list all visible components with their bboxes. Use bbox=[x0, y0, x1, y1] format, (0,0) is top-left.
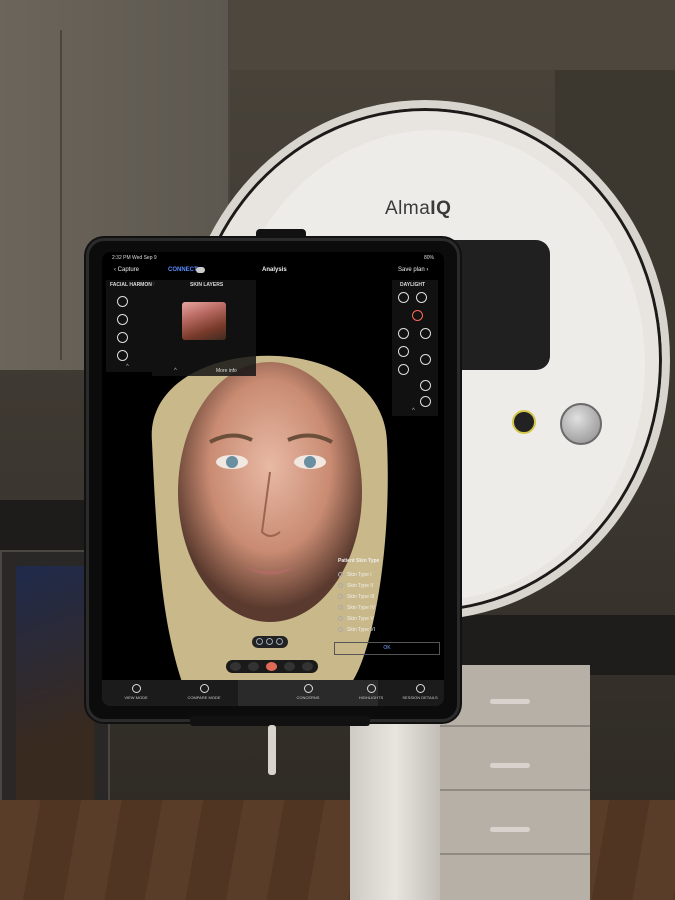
battery-indicator: 80% bbox=[423, 255, 434, 261]
radio-icon bbox=[338, 572, 343, 577]
skin-type-option[interactable]: Skin Type III bbox=[338, 594, 374, 600]
grid-lines-icon[interactable] bbox=[117, 350, 128, 361]
page-title: Analysis bbox=[262, 267, 287, 273]
daylight-panel: DAYLIGHT ^ bbox=[392, 280, 438, 416]
device-stand bbox=[350, 700, 440, 900]
tab-label: HIGHLIGHTS bbox=[358, 695, 384, 700]
facial-harmony-title: FACIAL HARMONY bbox=[110, 282, 156, 288]
red-mode-icon[interactable] bbox=[398, 328, 409, 339]
connect-button[interactable]: CONNECT bbox=[168, 267, 198, 273]
tablet-screen: 2:32 PM Wed Sep 9 80% ‹ Capture CONNECT … bbox=[102, 252, 444, 706]
charging-cable bbox=[268, 725, 276, 775]
tab-label: SESSION DETAILS bbox=[402, 695, 438, 700]
highlight-icon bbox=[366, 684, 376, 693]
radio-icon bbox=[338, 583, 343, 588]
skin-type-option[interactable]: Skin Type V bbox=[338, 616, 374, 622]
angle-right-half-icon[interactable] bbox=[284, 662, 295, 671]
skin-layers-cube-icon[interactable] bbox=[182, 302, 226, 340]
selected-light-icon[interactable] bbox=[412, 310, 423, 321]
horizontal-thirds-icon[interactable] bbox=[117, 332, 128, 343]
texture-mode-icon[interactable] bbox=[420, 354, 431, 365]
save-plan-button[interactable]: Save plan › bbox=[398, 267, 428, 273]
radio-icon bbox=[338, 605, 343, 610]
tab-label: COMPARE MODE bbox=[187, 695, 221, 700]
skin-type-option[interactable]: Skin Type VI bbox=[338, 627, 375, 633]
pores-mode-icon[interactable] bbox=[398, 364, 409, 375]
skin-type-label: Skin Type IV bbox=[347, 605, 375, 611]
status-bar: 2:32 PM Wed Sep 9 80% bbox=[102, 252, 444, 264]
chevron-up-icon[interactable]: ^ bbox=[126, 364, 129, 370]
radio-icon bbox=[338, 594, 343, 599]
view-toggle-icon[interactable] bbox=[276, 638, 283, 645]
angle-front-icon[interactable] bbox=[266, 662, 277, 671]
tab-label: CONCERNS bbox=[296, 695, 320, 700]
nav-bar: ‹ Capture CONNECT Analysis Save plan › bbox=[102, 264, 444, 280]
skin-layers-panel: SKIN LAYERS ^ More info bbox=[152, 280, 256, 376]
tab-compare-mode[interactable]: COMPARE MODE bbox=[170, 680, 238, 706]
facial-harmony-panel: FACIAL HARMONY ^ bbox=[106, 280, 156, 372]
cloud-icon bbox=[196, 267, 205, 273]
skin-layers-title: SKIN LAYERS bbox=[190, 282, 224, 288]
tab-view-mode[interactable]: VIEW MODE bbox=[102, 680, 170, 706]
bottom-tab-bar: VIEW MODE COMPARE MODE CONCERNS HIGHLIGH… bbox=[102, 680, 444, 706]
back-button[interactable]: ‹ Capture bbox=[114, 267, 139, 273]
person-icon bbox=[303, 684, 313, 693]
patient-skin-type-panel: Patient Skin Type Skin Type I Skin Type … bbox=[334, 554, 444, 655]
daylight-title: DAYLIGHT bbox=[400, 282, 426, 288]
daylight-mode-icon[interactable] bbox=[398, 292, 409, 303]
brown-mode-icon[interactable] bbox=[420, 328, 431, 339]
tab-session-details[interactable]: SESSION DETAILS bbox=[396, 680, 444, 706]
uv-mode-icon[interactable] bbox=[416, 292, 427, 303]
radio-icon bbox=[338, 616, 343, 621]
tablet-mount-bottom bbox=[190, 716, 370, 726]
face-outline-icon[interactable] bbox=[117, 296, 128, 307]
chevron-up-icon[interactable]: ^ bbox=[174, 368, 177, 374]
drawer bbox=[440, 665, 590, 727]
status-time: 2:32 PM Wed Sep 9 bbox=[112, 255, 157, 261]
drawer-cabinet bbox=[440, 665, 590, 900]
vascular-mode-icon[interactable] bbox=[398, 346, 409, 357]
more-info-link[interactable]: More info bbox=[216, 368, 237, 374]
angle-right-icon[interactable] bbox=[302, 662, 313, 671]
radio-icon bbox=[338, 627, 343, 632]
power-button[interactable] bbox=[512, 410, 536, 434]
ok-button[interactable]: OK bbox=[334, 642, 440, 655]
angle-left-icon[interactable] bbox=[230, 662, 241, 671]
skin-type-label: Skin Type V bbox=[347, 616, 374, 622]
wrinkles-mode-icon[interactable] bbox=[420, 380, 431, 391]
skin-type-option[interactable]: Skin Type IV bbox=[338, 605, 375, 611]
skin-type-label: Skin Type III bbox=[347, 594, 375, 600]
view-toggle-pill[interactable] bbox=[252, 636, 288, 648]
back-label: Capture bbox=[117, 267, 140, 273]
skin-type-title: Patient Skin Type bbox=[338, 558, 380, 564]
eye-icon bbox=[131, 684, 141, 693]
skin-type-label: Skin Type VI bbox=[347, 627, 375, 633]
skin-type-option[interactable]: Skin Type II bbox=[338, 583, 373, 589]
drawer bbox=[440, 729, 590, 791]
document-icon bbox=[415, 684, 425, 693]
drawer bbox=[440, 793, 590, 855]
brand-logo: AlmaIQ bbox=[385, 198, 452, 219]
control-knob[interactable] bbox=[560, 403, 602, 445]
chevron-up-icon[interactable]: ^ bbox=[412, 408, 415, 414]
skin-type-label: Skin Type I bbox=[347, 572, 372, 578]
view-angle-selector bbox=[226, 660, 318, 673]
view-toggle-icon[interactable] bbox=[266, 638, 273, 645]
angle-left-half-icon[interactable] bbox=[248, 662, 259, 671]
compare-icon bbox=[199, 684, 209, 693]
skin-type-option[interactable]: Skin Type I bbox=[338, 572, 372, 578]
view-toggle-icon[interactable] bbox=[256, 638, 263, 645]
ceiling bbox=[230, 0, 675, 70]
spots-mode-icon[interactable] bbox=[420, 396, 431, 407]
tab-label: VIEW MODE bbox=[124, 695, 148, 700]
save-plan-label: Save plan bbox=[398, 267, 425, 273]
vertical-thirds-icon[interactable] bbox=[117, 314, 128, 325]
skin-type-label: Skin Type II bbox=[347, 583, 374, 589]
tab-highlights[interactable]: HIGHLIGHTS bbox=[346, 680, 396, 706]
